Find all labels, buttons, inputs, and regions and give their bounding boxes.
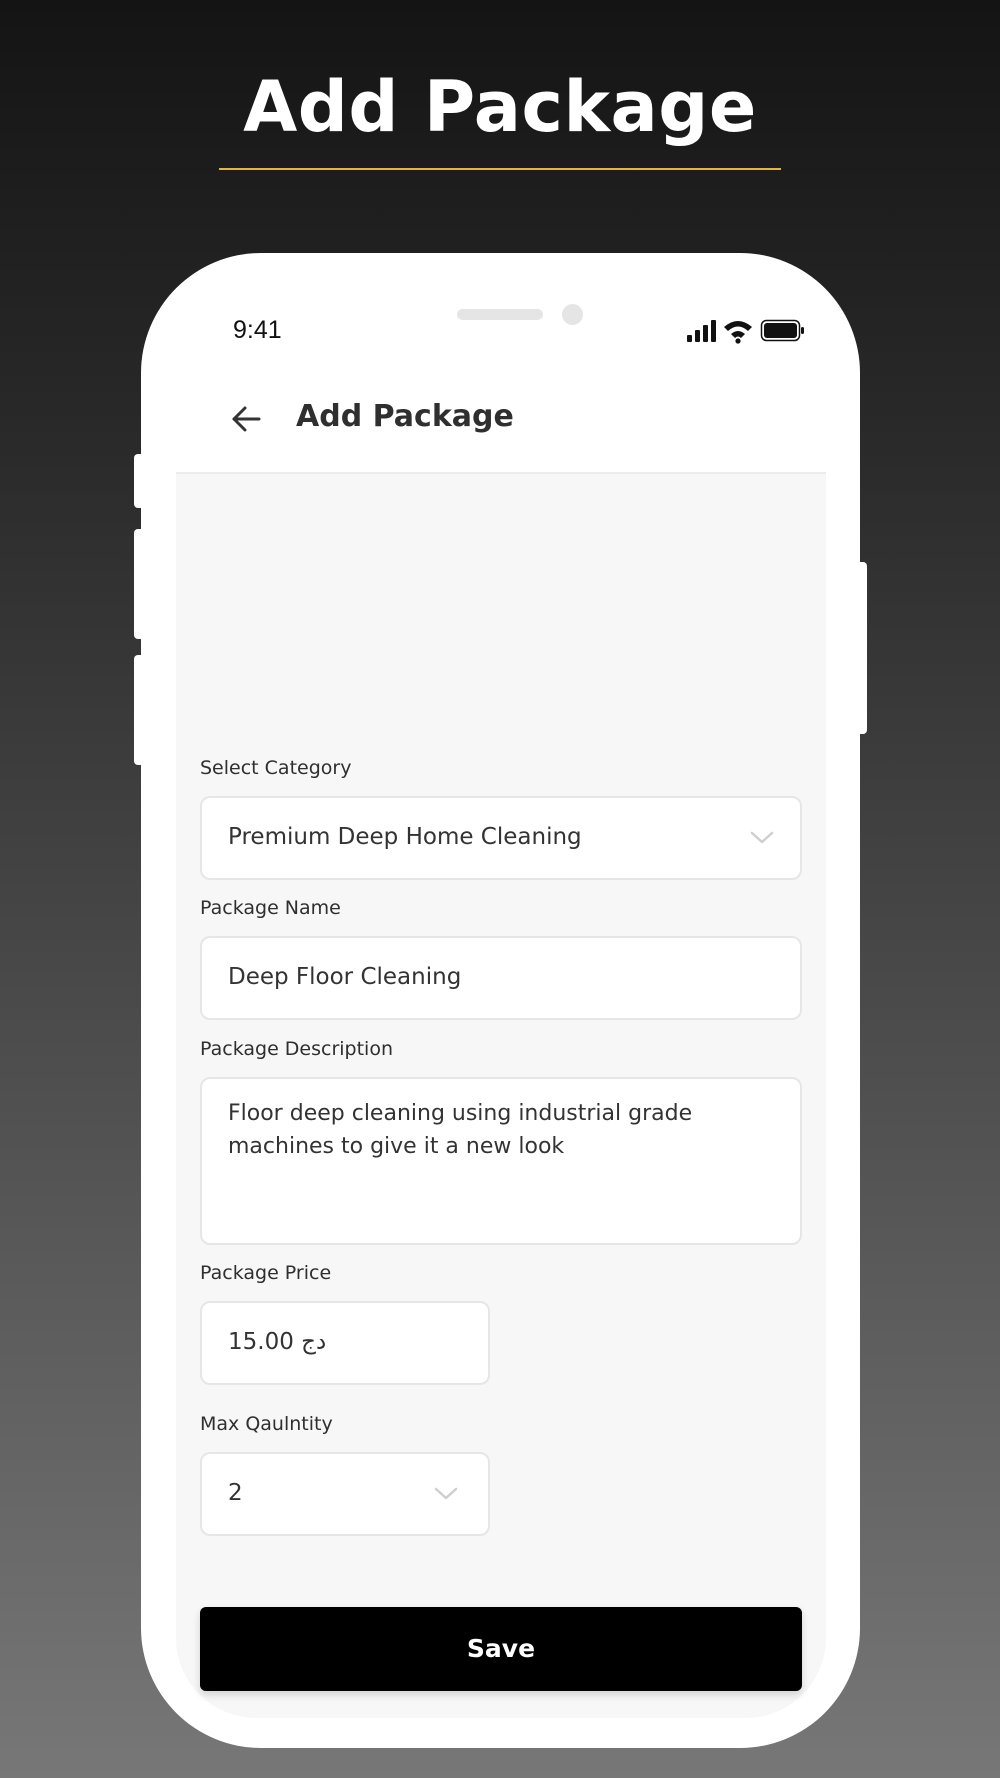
- category-label: Select Category: [200, 757, 352, 779]
- battery-icon: [760, 319, 804, 342]
- max-quantity-select[interactable]: 2: [200, 1452, 490, 1536]
- max-quantity-value: 2: [228, 1480, 243, 1506]
- package-name-label: Package Name: [200, 897, 341, 919]
- package-description-value: Floor deep cleaning using industrial gra…: [228, 1101, 693, 1159]
- phone-speaker: [457, 309, 543, 320]
- phone-frame: 9:41 Select Category Premium Deep Home C…: [141, 253, 860, 1748]
- save-button[interactable]: Save: [200, 1607, 802, 1691]
- arrow-left-icon[interactable]: [230, 403, 262, 435]
- package-name-value: Deep Floor Cleaning: [228, 964, 462, 990]
- chevron-down-icon[interactable]: [750, 831, 774, 845]
- promo-title: Add Package: [243, 66, 757, 148]
- package-price-label: Package Price: [200, 1262, 332, 1284]
- status-icons: [687, 319, 804, 344]
- max-quantity-label: Max Qaulntity: [200, 1413, 333, 1435]
- app-header: Add Package: [176, 368, 826, 474]
- wifi-icon: [724, 321, 752, 344]
- promo-title-underline: [219, 168, 781, 170]
- package-description-textarea[interactable]: Floor deep cleaning using industrial gra…: [200, 1077, 802, 1245]
- chevron-down-icon[interactable]: [434, 1487, 458, 1501]
- category-select[interactable]: Premium Deep Home Cleaning: [200, 796, 802, 880]
- package-price-input[interactable]: 15.00 دج: [200, 1301, 490, 1385]
- category-value: Premium Deep Home Cleaning: [228, 824, 582, 850]
- package-price-value: 15.00 دج: [228, 1329, 327, 1355]
- signal-icon: [687, 320, 716, 342]
- status-time: 9:41: [233, 316, 282, 344]
- app-screen: Select Category Premium Deep Home Cleani…: [176, 473, 826, 1718]
- phone-camera: [562, 304, 583, 325]
- package-name-input[interactable]: Deep Floor Cleaning: [200, 936, 802, 1020]
- package-description-label: Package Description: [200, 1038, 394, 1060]
- page-title: Add Package: [296, 399, 514, 434]
